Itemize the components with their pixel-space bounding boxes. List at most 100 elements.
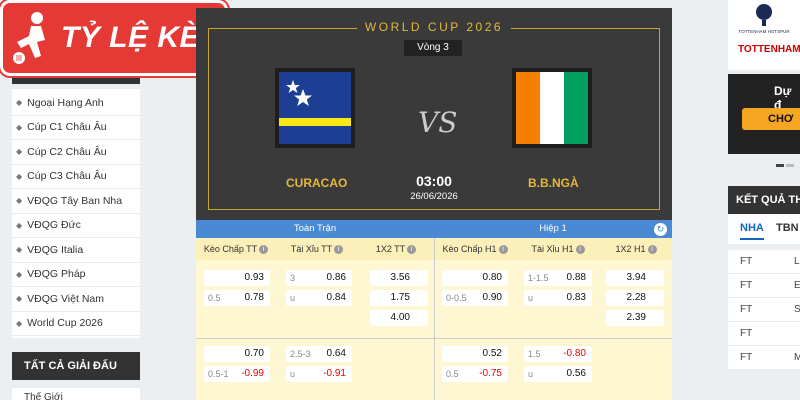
tab-tbn[interactable]: TBN	[776, 222, 799, 234]
result-team: L	[794, 256, 800, 267]
result-team: E	[794, 280, 800, 291]
sidebar-item-label: VĐQG Italia	[27, 243, 84, 256]
odds-cell[interactable]: 3.94	[606, 270, 664, 286]
sidebar-item-ngoai-hang-anh[interactable]: ◆ Ngoại Hạng Anh	[12, 91, 140, 116]
col-1x2-h1: 1X2 H1 i	[600, 238, 672, 260]
odds-value: 0.70	[244, 348, 264, 359]
odds-line: 1.5	[528, 349, 541, 359]
promo-button[interactable]: CHƠ	[742, 108, 800, 130]
sidebar-item-vdqg-viet-nam[interactable]: ◆ VĐQG Việt Nam	[12, 287, 140, 312]
col-handicap-ft: Kèo Chấp TT i	[196, 238, 276, 260]
odds-line: 0-0.5	[446, 293, 467, 303]
odds-line: u	[290, 293, 296, 303]
result-status: FT	[740, 256, 753, 267]
bullet-icon: ◆	[16, 98, 23, 108]
odds-line: 0.5-1	[208, 369, 229, 379]
col-label: 1X2 TT	[375, 244, 406, 254]
odds-value: 4.00	[390, 312, 410, 323]
sidebar-item-world-cup-2026[interactable]: ◆ World Cup 2026	[12, 312, 140, 336]
result-row[interactable]: FT L	[728, 250, 800, 274]
odds-cell[interactable]: 0-0.5 0.90	[442, 290, 508, 306]
odds-cell[interactable]: 3 0.86	[286, 270, 352, 286]
odds-cell[interactable]: 0.80	[442, 270, 508, 286]
odds-cell[interactable]: 0.52	[442, 346, 508, 362]
col-label: Tài Xỉu H1	[531, 244, 574, 254]
info-icon[interactable]: i	[334, 245, 344, 255]
home-team-name: CURACAO	[286, 176, 348, 190]
odds-value: 0.56	[566, 368, 586, 379]
sidebar-item-the-gioi[interactable]: Thế Giới	[12, 388, 140, 400]
odds-cell[interactable]: 1.5 -0.80	[524, 346, 592, 362]
league-list: ◆ Ngoại Hạng Anh ◆ Cúp C1 Châu Âu ◆ Cúp C2 …	[12, 89, 140, 338]
odds-value: 0.83	[566, 292, 586, 303]
sidebar-item-label: Cúp C2 Châu Âu	[27, 145, 107, 158]
info-icon[interactable]: i	[575, 245, 585, 255]
odds-cell[interactable]: u 0.84	[286, 290, 352, 306]
bullet-icon: ◆	[16, 294, 23, 304]
bullet-icon: ◆	[16, 318, 23, 328]
sidebar-item-label: Cúp C1 Châu Âu	[27, 121, 107, 134]
odds-cell[interactable]: 0.5 -0.75	[442, 366, 508, 382]
result-row[interactable]: FT E	[728, 274, 800, 298]
odds-cell[interactable]: 4.00	[370, 310, 428, 326]
odds-cell[interactable]: u 0.83	[524, 290, 592, 306]
result-row[interactable]: FT M	[728, 346, 800, 370]
odds-cell[interactable]: 1.75	[370, 290, 428, 306]
refresh-icon[interactable]: ↻	[654, 223, 667, 236]
all-leagues-title: TẤT CẢ GIẢI ĐẤU	[12, 352, 140, 380]
odds-value: 3.56	[390, 272, 410, 283]
sidebar-item-cup-c1[interactable]: ◆ Cúp C1 Châu Âu	[12, 116, 140, 140]
dot[interactable]	[786, 164, 794, 167]
odds-line: 2.5-3	[290, 349, 311, 359]
odds-cell[interactable]: 3.56	[370, 270, 428, 286]
odds-value: 3.94	[626, 272, 646, 283]
result-team: Su	[794, 304, 800, 315]
odds-line: 0.5	[208, 293, 221, 303]
promo-banner: Dự đ CHƠ	[728, 74, 800, 154]
sidebar-item-vdqg-duc[interactable]: ◆ VĐQG Đức	[12, 214, 140, 238]
sidebar-item-label: Cúp C3 Châu Âu	[27, 170, 107, 183]
odds-cell[interactable]: 0.5-1 -0.99	[204, 366, 270, 382]
result-status: FT	[740, 280, 753, 291]
sidebar-item-cup-c3[interactable]: ◆ Cúp C3 Châu Âu	[12, 165, 140, 189]
sidebar-item-vdqg-tbn[interactable]: ◆ VĐQG Tây Ban Nha	[12, 189, 140, 214]
dot-active[interactable]	[776, 164, 784, 167]
odds-value: 0.78	[244, 292, 264, 303]
result-status: FT	[740, 328, 753, 339]
info-icon[interactable]: i	[407, 245, 417, 255]
odds-cell[interactable]: 0.70	[204, 346, 270, 362]
odds-cell[interactable]: 2.5-3 0.64	[286, 346, 352, 362]
odds-value: 2.39	[626, 312, 646, 323]
sidebar-item-label: VĐQG Tây Ban Nha	[27, 194, 123, 207]
odds-value: 0.90	[482, 292, 502, 303]
info-icon[interactable]: i	[259, 245, 269, 255]
odds-value: 0.84	[326, 292, 346, 303]
odds-cell[interactable]: 0.5 0.78	[204, 290, 270, 306]
result-row[interactable]: FT Su	[728, 298, 800, 322]
sidebar-item-vdqg-phap[interactable]: ◆ VĐQG Pháp	[12, 263, 140, 287]
info-icon[interactable]: i	[647, 245, 657, 255]
odds-line: 0.5	[446, 369, 459, 379]
odds-cell[interactable]: 0.93	[204, 270, 270, 286]
odds-cell[interactable]: u 0.56	[524, 366, 592, 382]
sidebar-item-vdqg-italia[interactable]: ◆ VĐQG Italia	[12, 238, 140, 263]
col-1x2-ft: 1X2 TT i	[358, 238, 434, 260]
odds-cell[interactable]: 1-1.5 0.88	[524, 270, 592, 286]
bullet-icon: ◆	[16, 122, 23, 132]
club-banner[interactable]: TOTTENHAM HOTSPUR TOTTENHAM	[728, 0, 800, 70]
result-row[interactable]: FT	[728, 322, 800, 346]
odds-value: 1.75	[390, 292, 410, 303]
sidebar-item-cup-c2[interactable]: ◆ Cúp C2 Châu Âu	[12, 140, 140, 165]
odds-cell[interactable]: u -0.91	[286, 366, 352, 382]
odds-cell[interactable]: 2.28	[606, 290, 664, 306]
result-status: FT	[740, 304, 753, 315]
match-card: WORLD CUP 2026 Vòng 3 VS CURACAO 03:00 2…	[196, 8, 672, 220]
odds-value: -0.99	[241, 368, 264, 379]
odds-cell[interactable]: 2.39	[606, 310, 664, 326]
info-icon[interactable]: i	[498, 245, 508, 255]
bullet-icon: ◆	[16, 245, 23, 255]
site-logo[interactable]: TỶ LỆ KÈO	[0, 0, 228, 76]
tab-nha[interactable]: NHA	[740, 222, 764, 240]
carousel-dots[interactable]	[776, 158, 800, 167]
odds-line: u	[290, 369, 296, 379]
